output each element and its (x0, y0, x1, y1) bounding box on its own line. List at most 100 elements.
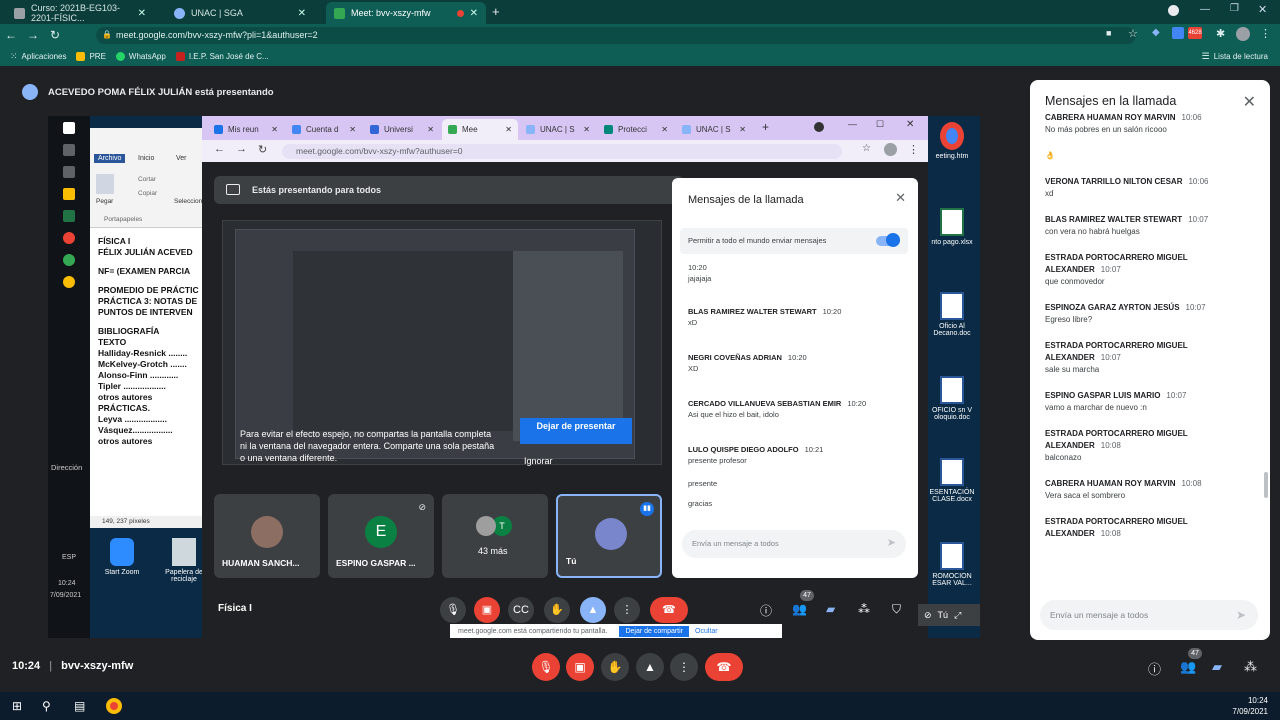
translate-icon[interactable] (1172, 27, 1184, 39)
toggle-label: Permitir a todo el mundo enviar mensajes (688, 236, 827, 245)
participant-name: ESPINO GASPAR ... (336, 558, 416, 568)
bookmark-whatsapp[interactable]: WhatsApp (115, 51, 166, 61)
clock-time: 10:24 (1247, 696, 1268, 705)
more-icon: ⋮ (908, 144, 919, 156)
inner-meet-view: Estás presentando para todos Para evitar… (202, 162, 928, 638)
word-select-label: Seleccion (174, 198, 203, 205)
maximize-icon[interactable]: ❐ (1230, 3, 1239, 14)
bookmark-apps[interactable]: ⁙ Aplicaciones (10, 51, 66, 62)
camera-icon[interactable]: ■ (1106, 28, 1111, 38)
reload-icon[interactable]: ↻ (44, 28, 66, 42)
camera-off-button[interactable]: ▣ (566, 653, 594, 681)
extension-icon[interactable]: ◆ (1152, 27, 1160, 38)
minimize-icon[interactable]: — (1200, 4, 1210, 15)
chrome-icon[interactable] (106, 698, 122, 714)
chat-message: ESTRADA PORTOCARRERO MIGUEL ALEXANDER 10:… (1045, 340, 1255, 376)
message-author: LULO QUISPE DIEGO ADOLFO (688, 445, 799, 454)
meet-control-bar: 10:24 | bvv-xszy-mfw 🎙 ▣ ✋ ▲ ⋮ ☎ ⓘ 👥 47 … (0, 645, 1280, 690)
send-icon[interactable]: ➤ (1236, 608, 1246, 622)
tab-meet[interactable]: Meet: bvv-xszy-mfw ✕ (326, 2, 486, 24)
mic-off-icon: ⊘ (924, 609, 932, 620)
word-icon (940, 542, 964, 570)
desktop-icon-word: ESENTACIÓN CLASE.docx (924, 458, 980, 503)
chat-input[interactable]: Envía un mensaje a todos ➤ (1040, 600, 1258, 630)
search-icon (63, 144, 75, 156)
back-icon: ← (214, 143, 225, 155)
search-icon[interactable]: ⚲ (42, 699, 51, 713)
desktop-icon-label: eeting.htm (935, 153, 969, 160)
puzzle-icon[interactable]: ✱ (1216, 27, 1225, 40)
bookmark-iep[interactable]: I.E.P. San José de C... (175, 51, 269, 61)
site-icon (175, 51, 185, 61)
close-icon[interactable]: ✕ (1243, 92, 1256, 112)
chat-message: ESPINO GASPAR LUIS MARIO 10:07 vamo a marc… (1045, 390, 1255, 414)
profile-menu-icon[interactable] (1168, 5, 1179, 16)
tab-label: UNAC | S (696, 125, 731, 134)
reading-list[interactable]: ☰ Lista de lectura (1202, 51, 1268, 62)
close-icon[interactable]: ✕ (298, 8, 306, 19)
meeting-name: Física I (218, 603, 252, 614)
new-tab-button[interactable]: + (492, 4, 500, 19)
reading-list-icon: ☰ (1201, 50, 1210, 61)
message-time: 10:06 (1181, 113, 1202, 122)
mic-off-button[interactable]: 🎙 (532, 653, 560, 681)
message-time: 10:07 (1166, 391, 1187, 400)
chat-message: gracias (688, 498, 712, 509)
info-icon[interactable]: ⓘ (1148, 659, 1161, 678)
more-options-button[interactable]: ⋮ (670, 653, 698, 681)
message-text: presente profesor (688, 456, 747, 465)
bookmark-pre[interactable]: PRE (76, 51, 106, 61)
url-text: meet.google.com/bvv-xszy-mfw?pli=1&authu… (116, 30, 318, 40)
url-field[interactable]: 🔒 meet.google.com/bvv-xszy-mfw?pli=1&aut… (96, 27, 1136, 44)
star-icon[interactable]: ☆ (1128, 27, 1138, 40)
end-call-button[interactable]: ☎ (705, 653, 743, 681)
hand-icon: ✋ (544, 597, 570, 623)
message-header: ESTRADA PORTOCARRERO MIGUEL ALEXANDER 10:… (1045, 340, 1255, 364)
bookmark-label: I.E.P. San José de C... (188, 51, 269, 61)
chat-messages[interactable]: CABRERA HUAMAN ROY MARVIN 10:06 No más pob… (1045, 112, 1255, 582)
clock-date: 7/09/2021 (50, 592, 82, 599)
back-icon[interactable]: ← (0, 28, 22, 42)
ignore-button: Ignorar (524, 456, 553, 466)
avatar[interactable] (1236, 27, 1250, 41)
expand-icon: ⤢ (954, 609, 962, 620)
close-icon[interactable]: ✕ (138, 8, 146, 19)
close-icon: ✕ (271, 125, 278, 134)
close-icon: ✕ (349, 125, 356, 134)
chat-scrollbar[interactable] (1264, 472, 1268, 498)
inner-chat-panel: Mensajes de la llamada ✕ Permitir a todo… (672, 178, 918, 578)
chat-message: ESTRADA PORTOCARRERO MIGUEL ALEXANDER 10:… (1045, 252, 1255, 288)
close-icon[interactable]: ✕ (470, 8, 478, 19)
present-button[interactable]: ▲ (636, 653, 664, 681)
tab-curso[interactable]: Curso: 2021B-EG103-2201-FÍSIC... ✕ (6, 2, 154, 24)
recording-icon (456, 9, 464, 17)
message-time: 10:08 (1100, 441, 1121, 450)
page-icon (14, 7, 25, 19)
task-view-icon (63, 166, 75, 178)
windows-start-icon[interactable]: ⊞ (12, 699, 22, 713)
activities-icon[interactable]: ⁂ (1244, 659, 1257, 675)
more-icon[interactable]: ⋮ (1260, 27, 1271, 40)
input-placeholder: Envía un mensaje a todos (692, 539, 779, 548)
people-icon[interactable]: 👥 (1180, 659, 1196, 675)
task-view-icon[interactable]: ▤ (74, 699, 85, 713)
word-tab-view: Ver (176, 155, 187, 162)
message-text: xd (1045, 189, 1054, 198)
tab-favicon-icon (448, 125, 457, 134)
extension-badge[interactable]: 4628 (1188, 27, 1202, 39)
forward-icon[interactable]: → (22, 28, 44, 42)
desktop-icon-label: Start Zoom (104, 569, 140, 576)
excel-icon (63, 210, 75, 222)
raise-hand-button[interactable]: ✋ (601, 653, 629, 681)
chat-icon[interactable]: ▰ (1212, 659, 1222, 675)
tab-favicon-icon (214, 125, 223, 134)
close-window-icon[interactable]: ✕ (1258, 3, 1267, 16)
inner-tab: UNAC | S ✕ (520, 119, 596, 140)
globe-icon (174, 7, 185, 19)
message-header: LULO QUISPE DIEGO ADOLFO 10:21 (688, 444, 823, 455)
message-header: ESTRADA PORTOCARRERO MIGUEL ALEXANDER 10:… (1045, 428, 1255, 452)
word-icon (940, 458, 964, 486)
tab-unac[interactable]: UNAC | SGA ✕ (166, 2, 314, 24)
taskbar-clock[interactable]: 10:24 7/09/2021 (1232, 695, 1268, 717)
mic-off-icon: ⊘ (418, 502, 426, 512)
